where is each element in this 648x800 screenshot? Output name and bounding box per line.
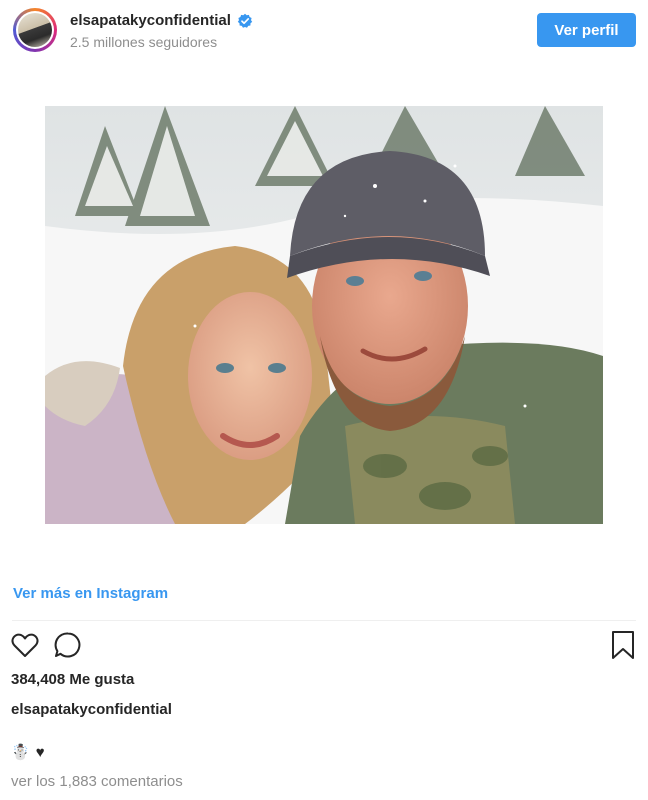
post-header: elsapatakyconfidential 2.5 millones segu…: [0, 0, 648, 62]
avatar-image: [18, 13, 52, 47]
comment-icon[interactable]: [53, 630, 83, 660]
username-link[interactable]: elsapatakyconfidential: [70, 12, 231, 29]
snowman-emoji: ☃️: [11, 744, 30, 761]
bookmark-icon[interactable]: [608, 630, 638, 660]
caption-username[interactable]: elsapatakyconfidential: [11, 701, 172, 718]
heart-emoji: ♥: [35, 743, 45, 761]
heart-icon[interactable]: [10, 630, 40, 660]
view-more-on-instagram-link[interactable]: Ver más en Instagram: [13, 585, 168, 602]
verified-badge-icon: [237, 13, 253, 29]
follower-count: 2.5 millones seguidores: [70, 34, 218, 50]
caption-text: ☃️ ♥: [11, 743, 45, 762]
username-row: elsapatakyconfidential: [70, 12, 253, 29]
view-profile-button[interactable]: Ver perfil: [537, 13, 636, 47]
view-comments-link[interactable]: ver los 1,883 comentarios: [11, 773, 183, 790]
post-photo[interactable]: [45, 106, 603, 524]
avatar-ring: [16, 11, 54, 49]
divider: [12, 620, 636, 621]
like-count[interactable]: 384,408 Me gusta: [11, 671, 134, 688]
avatar[interactable]: [13, 8, 57, 52]
